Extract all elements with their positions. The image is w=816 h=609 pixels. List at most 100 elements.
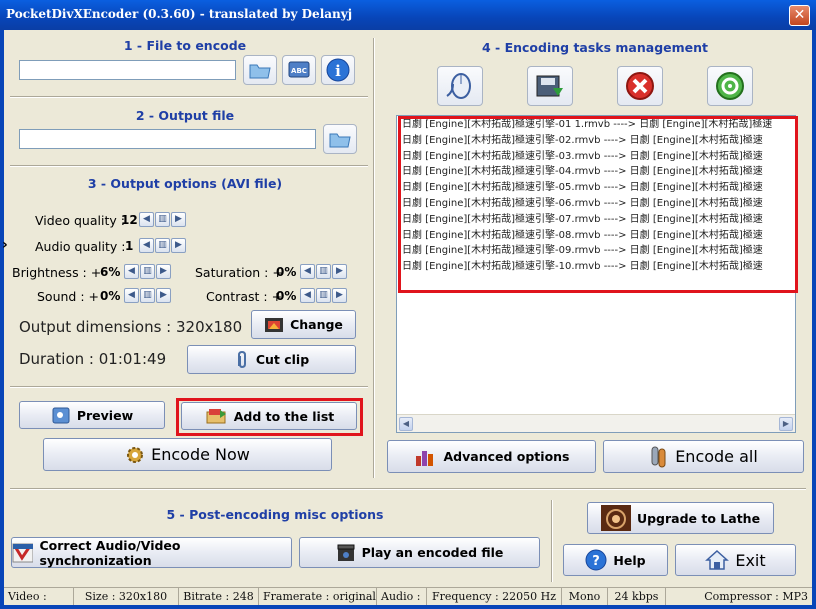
brightness-value: 6% [100,265,121,279]
open-file-button[interactable] [243,55,277,85]
status-video: Video : [4,588,74,605]
rename-button[interactable]: ABC [282,55,316,85]
encode-all-icon [651,446,666,467]
file-section-title: 1 - File to encode [123,38,247,53]
vertical-divider [373,38,375,478]
save-tasks-button[interactable] [527,66,573,106]
add-to-list-icon [206,409,226,424]
play-encoded-button[interactable]: Play an encoded file [299,537,540,568]
brightness-label: Brightness : + [12,265,102,280]
refresh-tasks-button[interactable] [707,66,753,106]
paperclip-icon [237,350,246,368]
encode-now-button[interactable]: Encode Now [43,438,332,471]
mouse-icon [446,73,471,99]
help-icon: ? [585,549,607,571]
sound-label: Sound : + [37,289,99,304]
add-to-list-button-label: Add to the list [233,408,335,424]
exit-home-icon [705,549,730,570]
change-button[interactable]: Change [251,310,356,339]
status-frequency: Frequency : 22050 Hz [427,588,562,605]
audio-quality-spinner[interactable]: ◀ ▥ ▶ [139,238,186,253]
duration-label: Duration : 01:01:49 [19,350,167,368]
sync-icon [12,543,34,562]
sound-spinner[interactable]: ◀ ▥ ▶ [124,288,171,303]
exit-button[interactable]: Exit [675,544,796,576]
abc-rename-icon: ABC [288,61,310,78]
add-task-button[interactable] [437,66,483,106]
exit-button-label: Exit [735,550,766,570]
divider [10,386,368,388]
status-bitrate: Bitrate : 248 [179,588,259,605]
advanced-options-button-label: Advanced options [443,449,570,464]
horizontal-scrollbar[interactable]: ◀ ▶ [397,414,795,432]
lathe-icon [600,505,631,531]
correct-sync-button[interactable]: Correct Audio/Video synchronization [11,537,292,568]
file-to-encode-input[interactable] [19,60,236,80]
output-section-title: 2 - Output file [135,108,235,123]
advanced-options-icon [416,450,434,466]
divider [10,488,806,490]
video-quality-value: 12 [121,213,138,227]
save-disk-icon [536,75,563,97]
help-button[interactable]: ? Help [563,544,668,576]
scroll-left-arrow-icon[interactable]: ◀ [399,416,413,431]
upgrade-button[interactable]: Upgrade to Lathe [587,502,774,534]
choose-output-button[interactable] [323,124,357,154]
cut-clip-button-label: Cut clip [255,352,310,367]
scroll-right-arrow-icon[interactable]: ▶ [779,416,793,431]
refresh-icon [716,72,744,100]
remove-icon [626,72,654,100]
status-audio: Audio : [377,588,427,605]
open-folder-icon [249,64,271,79]
gear-icon [127,446,144,463]
encode-all-button[interactable]: Encode all [603,440,804,473]
post-section-title: 5 - Post-encoding misc options [166,507,384,522]
movie-clapper-icon [337,544,355,561]
audio-quality-value: 1 [125,239,134,253]
status-framerate: Framerate : original [259,588,377,605]
cut-clip-button[interactable]: Cut clip [187,345,356,374]
saturation-spinner[interactable]: ◀ ▥ ▶ [300,264,347,279]
svg-text:i: i [335,62,341,80]
preview-button-label: Preview [76,407,134,423]
info-button[interactable]: i [321,55,355,85]
brightness-spinner[interactable]: ◀ ▥ ▶ [124,264,171,279]
status-kbps: 24 kbps [608,588,666,605]
video-quality-label: Video quality : [35,213,125,228]
tasks-section-title: 4 - Encoding tasks management [481,40,708,55]
advanced-options-button[interactable]: Advanced options [387,440,596,473]
open-folder-icon [329,133,351,148]
tasks-highlight [398,116,798,293]
sound-value: 0% [100,289,121,303]
preview-button[interactable]: Preview [19,401,165,429]
preview-icon [52,407,70,424]
divider [10,96,368,98]
encode-all-button-label: Encode all [675,447,758,466]
options-section-title: 3 - Output options (AVI file) [87,176,283,191]
contrast-spinner[interactable]: ◀ ▥ ▶ [300,288,347,303]
audio-quality-label: Audio quality : [35,239,126,254]
status-compressor: Compressor : MP3 [704,590,808,603]
close-button[interactable]: ✕ [789,5,810,26]
status-size: Size : 320x180 [74,588,179,605]
svg-text:ABC: ABC [291,67,307,75]
window-title: PocketDivXEncoder (0.3.60) - translated … [6,7,353,21]
add-to-list-button[interactable]: Add to the list [181,402,357,430]
remove-task-button[interactable] [617,66,663,106]
output-file-input[interactable] [19,129,316,149]
saturation-value: 0% [276,265,297,279]
film-icon [265,317,284,332]
video-quality-spinner[interactable]: ◀ ▥ ▶ [139,212,186,227]
info-icon: i [326,58,350,82]
status-channels: Mono [562,588,608,605]
play-encoded-button-label: Play an encoded file [361,545,504,560]
correct-sync-button-label: Correct Audio/Video synchronization [39,537,181,568]
contrast-label: Contrast : + [206,289,283,304]
encode-now-button-label: Encode Now [151,445,250,464]
expand-arrow[interactable]: › [2,237,12,255]
upgrade-button-label: Upgrade to Lathe [636,510,761,526]
change-button-label: Change [290,317,343,332]
output-dimensions-label: Output dimensions : 320x180 [19,318,243,336]
vertical-divider [551,500,553,582]
svg-text:?: ? [593,554,601,569]
